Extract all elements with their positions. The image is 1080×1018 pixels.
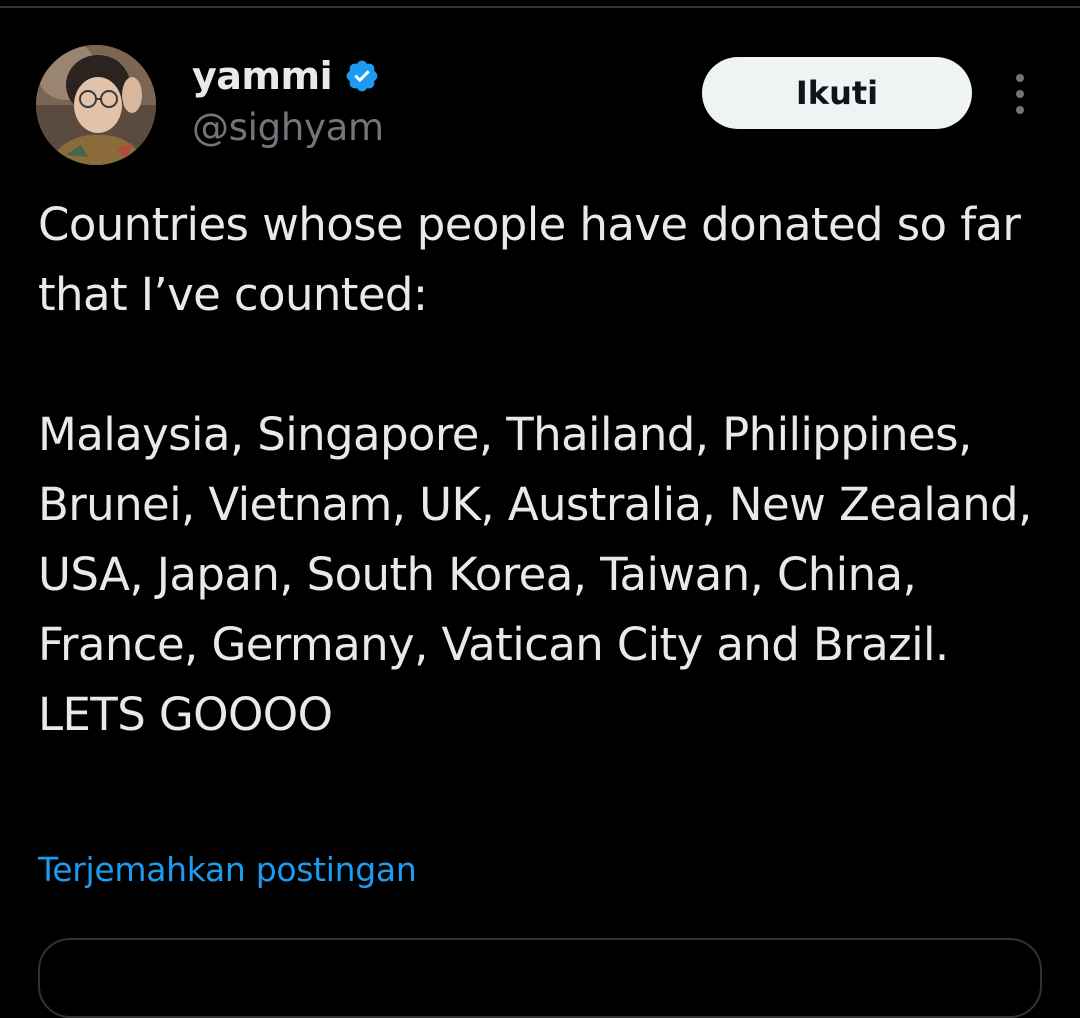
- tweet-text: Countries whose people have donated so f…: [38, 198, 1032, 741]
- author-name-row: yammi: [192, 52, 380, 100]
- embedded-card[interactable]: [38, 938, 1042, 1018]
- author-handle[interactable]: @sighyam: [192, 106, 384, 149]
- translate-post-link[interactable]: Terjemahkan postingan: [38, 850, 417, 889]
- more-vertical-icon[interactable]: [1000, 68, 1040, 120]
- verified-badge-icon: [344, 58, 380, 94]
- avatar[interactable]: [36, 45, 156, 165]
- follow-button[interactable]: Ikuti: [702, 57, 972, 129]
- avatar-image: [36, 45, 156, 165]
- author-name[interactable]: yammi: [192, 54, 333, 98]
- top-divider: [0, 6, 1080, 8]
